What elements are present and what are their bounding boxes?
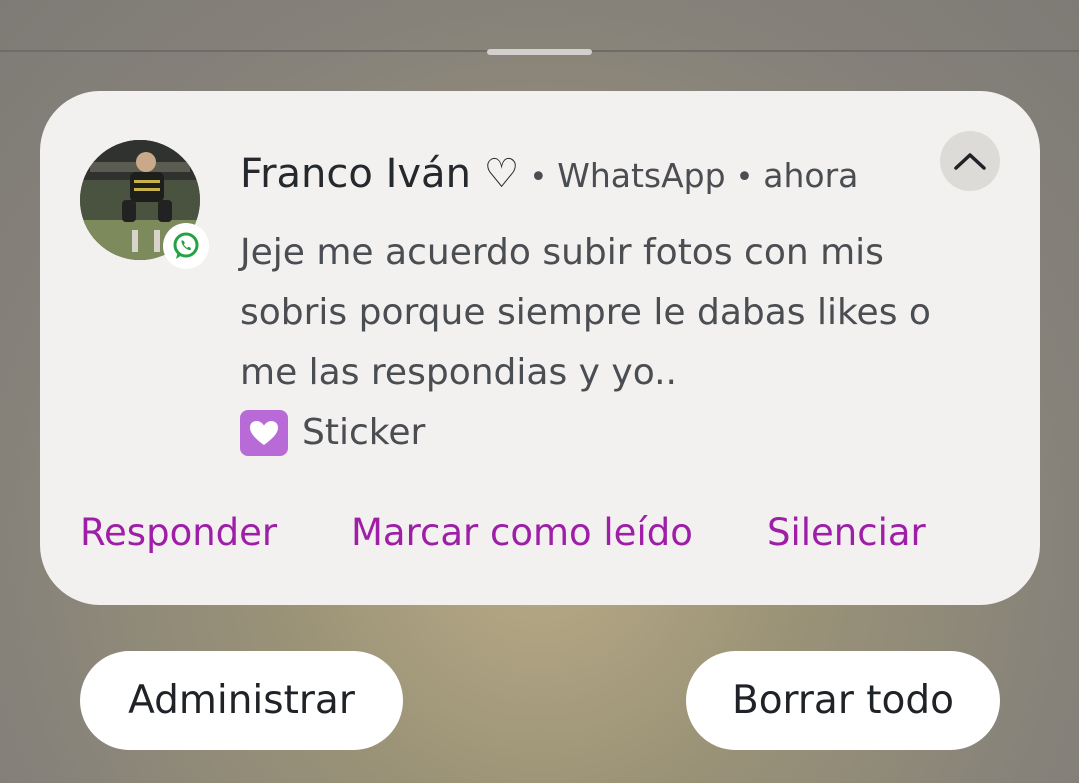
sticker-label: Sticker [302,412,426,453]
message-line: Jeje me acuerdo subir fotos con mis [240,232,884,273]
app-name: WhatsApp [557,156,726,195]
message-line: sobris porque siempre le dabas likes o [240,292,931,333]
whatsapp-icon [163,223,209,269]
drag-handle[interactable] [487,49,592,55]
separator-dot: • [735,160,754,195]
mark-read-button[interactable]: Marcar como leído [351,503,693,563]
notification-actions: Responder Marcar como leído Silenciar [80,503,980,563]
collapse-button[interactable] [940,131,1000,191]
chevron-up-icon [954,153,986,170]
reply-button[interactable]: Responder [80,503,277,563]
notification-card[interactable]: Franco Iván ♡ • WhatsApp • ahora Jeje me… [40,91,1040,605]
mute-button[interactable]: Silenciar [767,503,926,563]
separator-dot: • [529,160,548,195]
heart-icon [240,410,288,456]
manage-button[interactable]: Administrar [80,651,403,750]
clear-all-button[interactable]: Borrar todo [686,651,1000,750]
notification-time: ahora [763,156,859,195]
message-line: me las respondias y yo.. [240,352,677,393]
notification-header: Franco Iván ♡ • WhatsApp • ahora [240,151,858,197]
sender-name: Franco Iván ♡ [240,151,520,197]
message-body: Jeje me acuerdo subir fotos con mis sobr… [240,223,1000,463]
sticker-row: Sticker [240,403,1000,463]
